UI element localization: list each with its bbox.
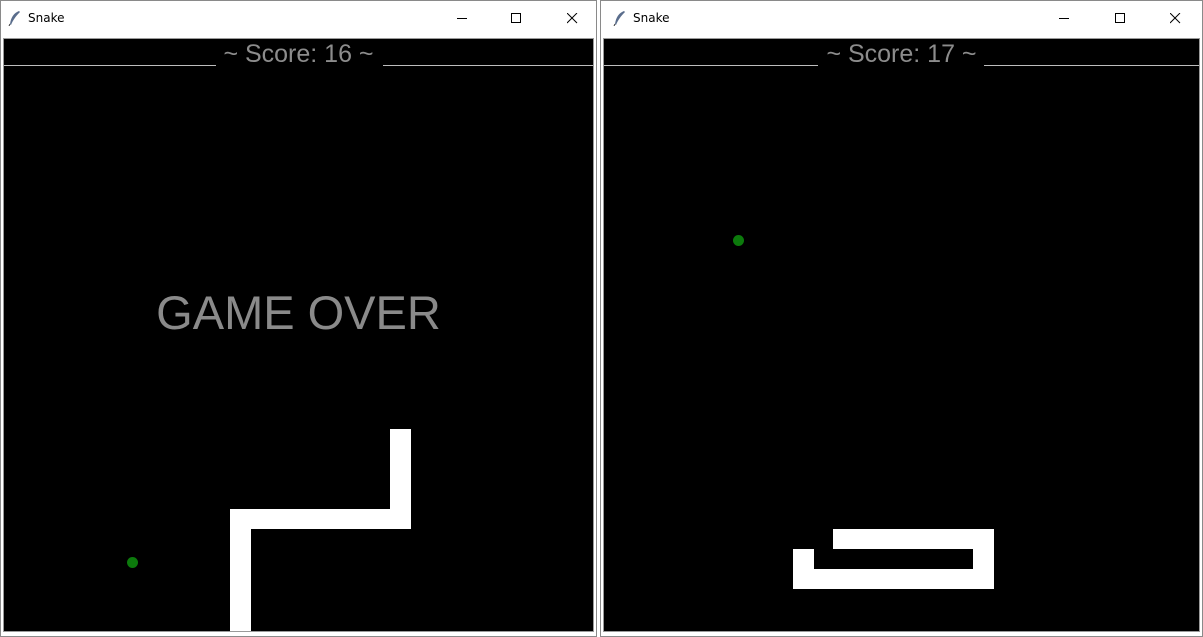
- game-over-text: GAME OVER: [156, 286, 441, 339]
- maximize-icon: [1115, 13, 1125, 23]
- maximize-button[interactable]: [1097, 1, 1143, 36]
- window-title: Snake: [633, 11, 670, 25]
- title-bar[interactable]: Snake: [601, 1, 1202, 36]
- snake-segment: [230, 509, 251, 631]
- maximize-icon: [511, 13, 521, 23]
- score-header: ~ Score: 16 ~: [4, 40, 593, 70]
- score-divider-right: [383, 65, 593, 66]
- close-icon: [1170, 13, 1181, 24]
- minimize-button[interactable]: [1041, 1, 1087, 36]
- minimize-icon: [1059, 18, 1069, 19]
- snake-segment: [230, 509, 411, 529]
- score-divider-right: [984, 65, 1199, 66]
- feather-icon: [613, 11, 625, 26]
- food-pellet: [733, 235, 744, 246]
- close-button[interactable]: [549, 1, 595, 36]
- close-icon: [567, 13, 578, 24]
- title-bar[interactable]: Snake: [1, 1, 596, 36]
- snake-window-left: Snake ~ Score: 16 ~ GAME OVER: [0, 0, 597, 637]
- maximize-button[interactable]: [493, 1, 539, 36]
- food-pellet: [127, 557, 138, 568]
- score-header: ~ Score: 17 ~: [604, 40, 1199, 70]
- close-button[interactable]: [1152, 1, 1198, 36]
- snake-segment: [793, 569, 994, 589]
- snake-segment: [793, 549, 814, 589]
- minimize-icon: [457, 18, 467, 19]
- feather-icon: [8, 11, 20, 26]
- game-canvas[interactable]: ~ Score: 16 ~ GAME OVER: [3, 38, 594, 632]
- snake-segment: [833, 529, 994, 549]
- window-title: Snake: [28, 11, 65, 25]
- snake-window-right: Snake ~ Score: 17 ~: [600, 0, 1203, 637]
- game-canvas[interactable]: ~ Score: 17 ~: [603, 38, 1200, 632]
- minimize-button[interactable]: [439, 1, 485, 36]
